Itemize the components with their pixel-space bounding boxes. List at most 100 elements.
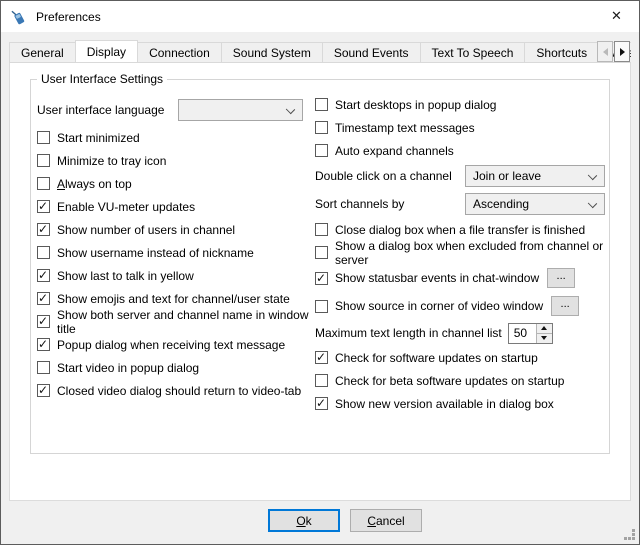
- select-row: Double click on a channel Join or leave: [315, 162, 605, 190]
- checkbox-row[interactable]: Show number of users in channel: [37, 218, 313, 241]
- checkbox[interactable]: [37, 361, 50, 374]
- left-column: User interface language Start minimized: [37, 98, 313, 402]
- checkbox-row[interactable]: Auto expand channels: [315, 139, 605, 162]
- tab[interactable]: Sound Events: [322, 42, 421, 62]
- tab[interactable]: Sound System: [221, 42, 323, 62]
- checkbox-label: Show number of users in channel: [57, 223, 235, 237]
- checkbox-label: Closed video dialog should return to vid…: [57, 384, 301, 398]
- checkbox-label: Always on top: [57, 177, 132, 191]
- tab[interactable]: Text To Speech: [420, 42, 526, 62]
- checkbox-row[interactable]: Show both server and channel name in win…: [37, 310, 313, 333]
- checkbox-row[interactable]: Show a dialog box when excluded from cha…: [315, 241, 605, 264]
- select-label: Double click on a channel: [315, 169, 465, 183]
- ellipsis-button[interactable]: ...: [547, 268, 575, 288]
- user-interface-settings-group: User Interface Settings User interface l…: [30, 79, 610, 454]
- spinner-value[interactable]: 50: [509, 324, 536, 343]
- spinner-buttons: [536, 324, 552, 343]
- checkbox[interactable]: [37, 177, 50, 190]
- right-column: Start desktops in popup dialog Timestamp…: [315, 93, 605, 415]
- checkbox-row[interactable]: Check for beta software updates on start…: [315, 369, 605, 392]
- arrow-down-icon: [541, 336, 547, 340]
- button-row: Ok Cancel: [26, 509, 640, 537]
- checkbox[interactable]: [315, 351, 328, 364]
- arrow-left-icon: [603, 48, 608, 56]
- window-title: Preferences: [36, 10, 101, 24]
- checkbox-label: Check for beta software updates on start…: [335, 374, 564, 388]
- checkbox-row[interactable]: Check for software updates on startup: [315, 346, 605, 369]
- select[interactable]: Ascending: [465, 193, 605, 215]
- checkbox[interactable]: [37, 131, 50, 144]
- spinner-up-button[interactable]: [537, 324, 552, 334]
- close-icon: ✕: [611, 8, 622, 24]
- checkbox-row[interactable]: Start minimized: [37, 126, 313, 149]
- checkbox-row[interactable]: Minimize to tray icon: [37, 149, 313, 172]
- cancel-button[interactable]: Cancel: [350, 509, 422, 532]
- checkbox[interactable]: [37, 269, 50, 282]
- right-select-rows: Double click on a channel Join or leave …: [315, 162, 605, 218]
- ellipsis-button[interactable]: ...: [551, 296, 579, 316]
- checkbox[interactable]: [37, 246, 50, 259]
- right-checkbox-list-mid: Close dialog box when a file transfer is…: [315, 218, 605, 264]
- checkbox-row[interactable]: Show username instead of nickname: [37, 241, 313, 264]
- checkbox-row[interactable]: Always on top: [37, 172, 313, 195]
- checkbox[interactable]: [315, 300, 328, 313]
- checkbox-row[interactable]: Enable VU-meter updates: [37, 195, 313, 218]
- tab[interactable]: Display: [75, 40, 138, 63]
- tab-scroll-buttons: [596, 41, 630, 543]
- language-select[interactable]: [178, 99, 303, 121]
- checkbox-label: Show new version available in dialog box: [335, 397, 554, 411]
- tab[interactable]: Connection: [137, 42, 222, 62]
- tab-label: Text To Speech: [432, 46, 514, 60]
- tab-label: Sound System: [233, 46, 311, 60]
- checkbox-row[interactable]: Popup dialog when receiving text message: [37, 333, 313, 356]
- checkbox-label: Show source in corner of video window: [335, 299, 543, 313]
- select-value: Join or leave: [473, 169, 541, 183]
- checkbox[interactable]: [315, 144, 328, 157]
- spinner-down-button[interactable]: [537, 334, 552, 343]
- checkbox[interactable]: [315, 272, 328, 285]
- checkbox-label: Start video in popup dialog: [57, 361, 199, 375]
- checkbox[interactable]: [37, 384, 50, 397]
- checkbox[interactable]: [315, 98, 328, 111]
- checkbox[interactable]: [37, 292, 50, 305]
- groupbox-title: User Interface Settings: [37, 72, 167, 86]
- checkbox-row[interactable]: Show new version available in dialog box: [315, 392, 605, 415]
- checkbox[interactable]: [315, 246, 328, 259]
- select-value: Ascending: [473, 197, 529, 211]
- checkbox[interactable]: [315, 374, 328, 387]
- tab[interactable]: General: [9, 42, 76, 62]
- tab-label: Sound Events: [334, 46, 409, 60]
- checkbox-label: Close dialog box when a file transfer is…: [335, 223, 585, 237]
- checkbox-with-button-row[interactable]: Show statusbar events in chat-window ...: [315, 264, 605, 292]
- checkbox-row[interactable]: Start video in popup dialog: [37, 356, 313, 379]
- checkbox[interactable]: [37, 315, 50, 328]
- ok-button[interactable]: Ok: [268, 509, 340, 532]
- checkbox[interactable]: [37, 338, 50, 351]
- checkbox-with-button-row[interactable]: Show source in corner of video window ..…: [315, 292, 605, 320]
- checkbox[interactable]: [37, 200, 50, 213]
- tab-label: Connection: [149, 46, 210, 60]
- tab-scroll-left-button[interactable]: [597, 41, 613, 62]
- right-dots-rows: Show statusbar events in chat-window ...…: [315, 264, 605, 320]
- tab[interactable]: Shortcuts: [524, 42, 599, 62]
- select-label: Sort channels by: [315, 197, 465, 211]
- left-checkbox-list: Start minimized Minimize to tray icon Al…: [37, 126, 313, 402]
- chevron-down-icon: [286, 105, 295, 114]
- checkbox-row[interactable]: Timestamp text messages: [315, 116, 605, 139]
- checkbox[interactable]: [315, 121, 328, 134]
- checkbox[interactable]: [315, 397, 328, 410]
- right-checkbox-list-bottom: Check for software updates on startup Ch…: [315, 346, 605, 415]
- checkbox-row[interactable]: Start desktops in popup dialog: [315, 93, 605, 116]
- select[interactable]: Join or leave: [465, 165, 605, 187]
- checkbox[interactable]: [37, 154, 50, 167]
- checkbox-row[interactable]: Show last to talk in yellow: [37, 264, 313, 287]
- tab-scroll-right-button[interactable]: [614, 41, 630, 62]
- checkbox-row[interactable]: Closed video dialog should return to vid…: [37, 379, 313, 402]
- max-text-length-spinner[interactable]: 50: [508, 323, 553, 344]
- checkbox-label: Minimize to tray icon: [57, 154, 166, 168]
- close-button[interactable]: ✕: [594, 1, 639, 31]
- checkbox[interactable]: [37, 223, 50, 236]
- checkbox[interactable]: [315, 223, 328, 236]
- checkbox-label: Timestamp text messages: [335, 121, 475, 135]
- titlebar[interactable]: Preferences ✕: [1, 1, 639, 32]
